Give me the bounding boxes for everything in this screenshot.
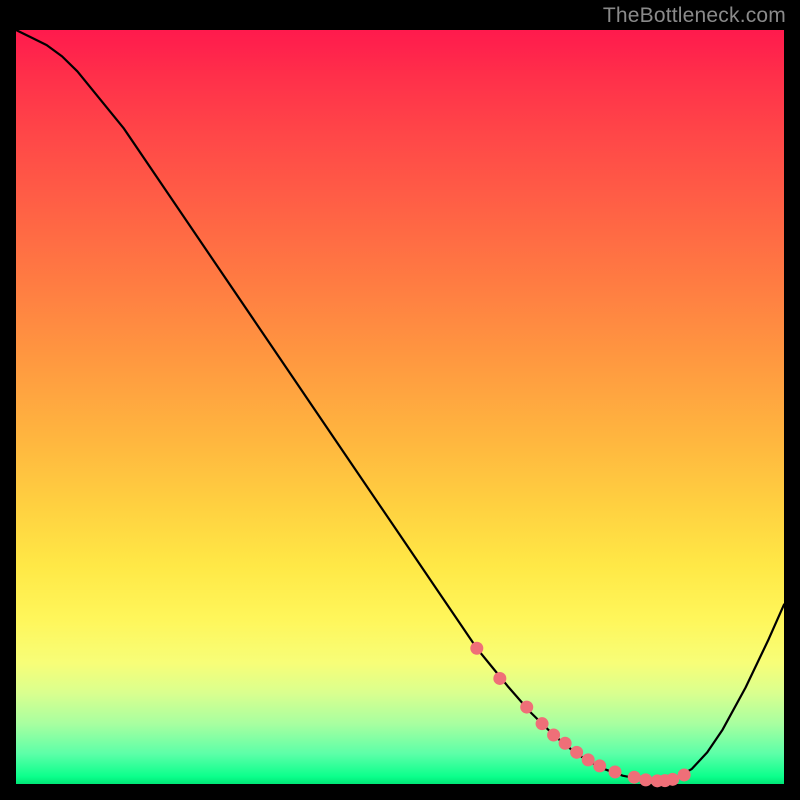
marker-dot (559, 737, 572, 750)
marker-dot (609, 765, 622, 778)
chart-frame: TheBottleneck.com (0, 0, 800, 800)
marker-dot (666, 773, 679, 786)
marker-dot (628, 771, 641, 784)
marker-dot (520, 701, 533, 714)
marker-dot (493, 672, 506, 685)
plot-area (16, 30, 784, 784)
marker-dot (470, 642, 483, 655)
watermark-text: TheBottleneck.com (603, 4, 786, 28)
curve-path (16, 30, 784, 781)
marker-dot (536, 717, 549, 730)
marker-dot (639, 773, 652, 786)
chart-svg (16, 30, 784, 784)
marker-dot (570, 746, 583, 759)
marker-dot (547, 728, 560, 741)
flat-region-markers (470, 642, 690, 788)
marker-dot (593, 759, 606, 772)
marker-dot (582, 753, 595, 766)
marker-dot (678, 768, 691, 781)
